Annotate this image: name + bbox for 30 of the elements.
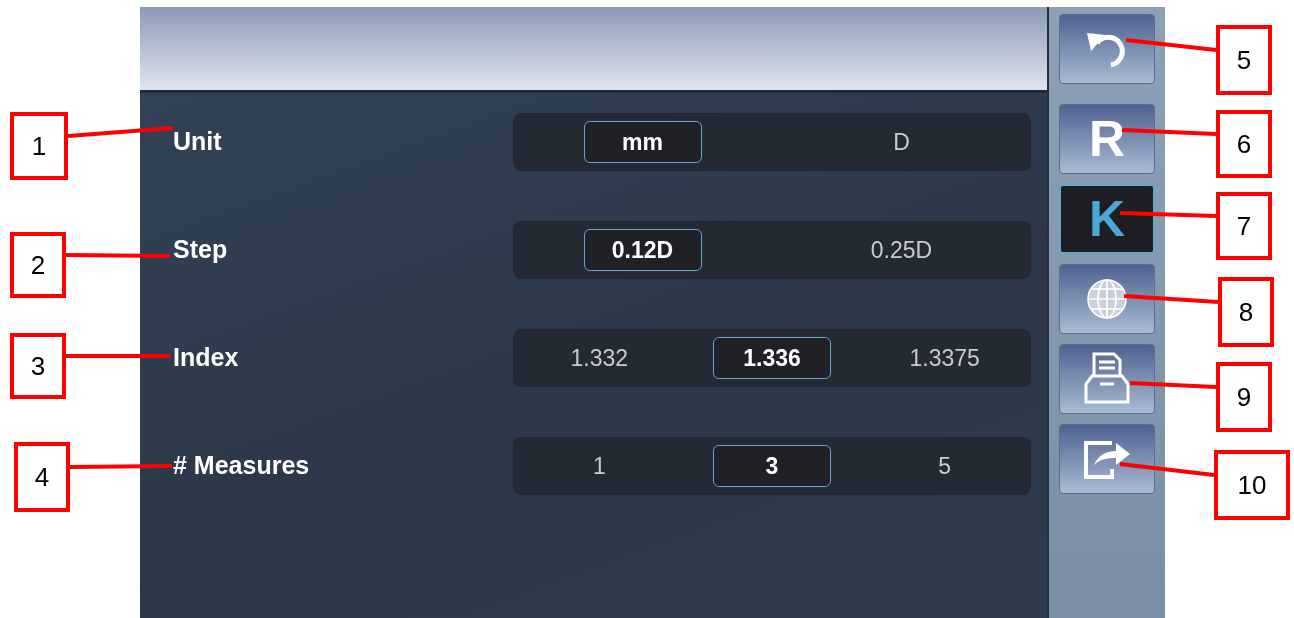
setting-label: # Measures — [173, 451, 310, 480]
globe-button[interactable] — [1059, 264, 1155, 334]
option-button[interactable]: 1.336 — [713, 337, 831, 379]
callout-box: 5 — [1216, 25, 1272, 95]
callout-box: 8 — [1218, 277, 1274, 347]
callout-box: 1 — [10, 112, 68, 180]
option-button[interactable]: 1 — [540, 445, 659, 487]
option-button[interactable]: 0.25D — [842, 229, 961, 271]
setting-label: Index — [173, 343, 239, 372]
option-button[interactable]: mm — [583, 121, 702, 163]
callout-box: 7 — [1216, 192, 1272, 260]
callout-box: 10 — [1214, 450, 1290, 520]
mode-button[interactable]: K — [1059, 184, 1155, 254]
option-button[interactable]: 1.332 — [540, 337, 659, 379]
callout-box: 6 — [1216, 110, 1272, 178]
export-button[interactable] — [1059, 424, 1155, 494]
option-button[interactable]: 5 — [885, 445, 1004, 487]
setting-label: Step — [173, 235, 228, 264]
option-button[interactable]: 0.12D — [583, 229, 702, 271]
option-button[interactable]: 1.3375 — [885, 337, 1004, 379]
callout-box: 2 — [10, 232, 66, 298]
setting-label: Unit — [173, 127, 222, 156]
callout-box: 9 — [1216, 362, 1272, 432]
undo-button[interactable] — [1059, 14, 1155, 84]
option-button[interactable]: D — [842, 121, 961, 163]
option-button[interactable]: 3 — [713, 445, 831, 487]
globe-icon — [1085, 277, 1129, 321]
print-button[interactable] — [1059, 344, 1155, 414]
callout-box: 3 — [10, 333, 66, 399]
callout-box: 4 — [14, 442, 70, 512]
